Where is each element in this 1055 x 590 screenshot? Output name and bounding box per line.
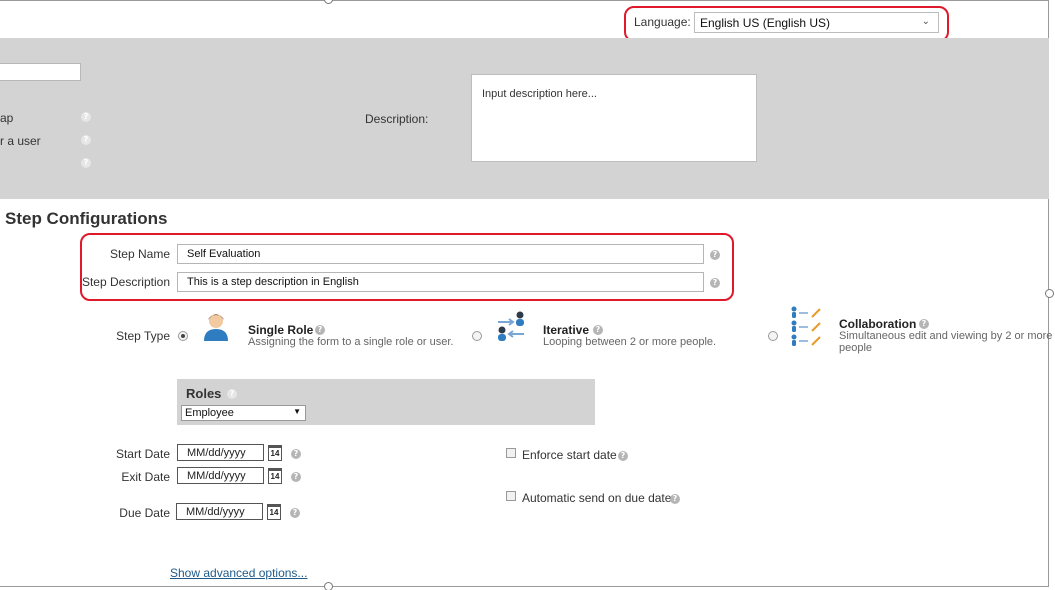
section-title: Step Configurations xyxy=(5,209,168,228)
collaboration-title: Collaboration xyxy=(839,317,917,331)
help-icon[interactable]: ? xyxy=(291,449,301,459)
partial-label-1: ap xyxy=(0,111,14,125)
automatic-send-label: Automatic send on due date xyxy=(522,491,672,505)
help-icon[interactable]: ? xyxy=(81,112,91,122)
name-input[interactable] xyxy=(0,63,81,81)
help-icon[interactable]: ? xyxy=(919,319,929,329)
iterative-radio[interactable] xyxy=(472,331,482,341)
iterative-subtitle: Looping between 2 or more people. xyxy=(543,336,717,348)
help-icon[interactable]: ? xyxy=(618,451,628,461)
help-icon[interactable]: ? xyxy=(593,325,603,335)
single-role-radio[interactable] xyxy=(178,331,188,341)
calendar-icon[interactable]: 14 xyxy=(267,504,281,520)
help-icon[interactable]: ? xyxy=(227,389,237,399)
dropdown-arrow-icon: ▼ xyxy=(293,407,301,416)
description-textarea[interactable]: Input description here... xyxy=(471,74,757,162)
help-icon[interactable]: ? xyxy=(81,158,91,168)
help-icon[interactable]: ? xyxy=(290,508,300,518)
step-type-label: Step Type xyxy=(116,329,170,343)
help-icon[interactable]: ? xyxy=(291,472,301,482)
step-fields-highlight-box xyxy=(80,233,734,301)
roles-value: Employee xyxy=(185,407,234,419)
roles-title: Roles xyxy=(186,386,222,401)
due-date-label: Due Date xyxy=(119,506,170,520)
iterative-title: Iterative xyxy=(543,323,590,337)
language-highlight-box xyxy=(624,6,949,42)
resize-handle-bottom[interactable] xyxy=(324,582,333,590)
collaboration-subtitle-line1: Simultaneous edit and viewing by 2 or mo… xyxy=(839,330,1053,342)
start-date-label: Start Date xyxy=(115,447,170,461)
description-label: Description: xyxy=(365,112,429,126)
help-icon[interactable]: ? xyxy=(315,325,325,335)
calendar-icon[interactable]: 14 xyxy=(268,468,282,484)
single-role-icon xyxy=(204,314,228,341)
show-advanced-options-link[interactable]: Show advanced options... xyxy=(170,566,307,580)
collaboration-subtitle-line2: people xyxy=(839,342,873,354)
start-date-input[interactable]: MM/dd/yyyy xyxy=(177,444,264,461)
help-icon[interactable]: ? xyxy=(670,494,680,504)
collaboration-radio[interactable] xyxy=(768,331,778,341)
exit-date-input[interactable]: MM/dd/yyyy xyxy=(177,467,264,484)
due-date-input[interactable]: MM/dd/yyyy xyxy=(176,503,263,520)
calendar-icon[interactable]: 14 xyxy=(268,445,282,461)
iterative-icon xyxy=(498,311,524,341)
enforce-start-date-checkbox[interactable] xyxy=(506,448,516,458)
enforce-start-date-label: Enforce start date xyxy=(522,448,617,462)
automatic-send-checkbox[interactable] xyxy=(506,491,516,501)
roles-select[interactable]: Employee ▼ xyxy=(181,405,306,421)
exit-date-label: Exit Date xyxy=(121,470,170,484)
resize-handle-right[interactable] xyxy=(1045,289,1054,298)
single-role-subtitle: Assigning the form to a single role or u… xyxy=(248,336,454,348)
help-icon[interactable]: ? xyxy=(81,135,91,145)
collaboration-icon xyxy=(791,306,821,346)
single-role-title: Single Role xyxy=(248,323,314,337)
partial-label-2: r a user xyxy=(0,134,41,148)
